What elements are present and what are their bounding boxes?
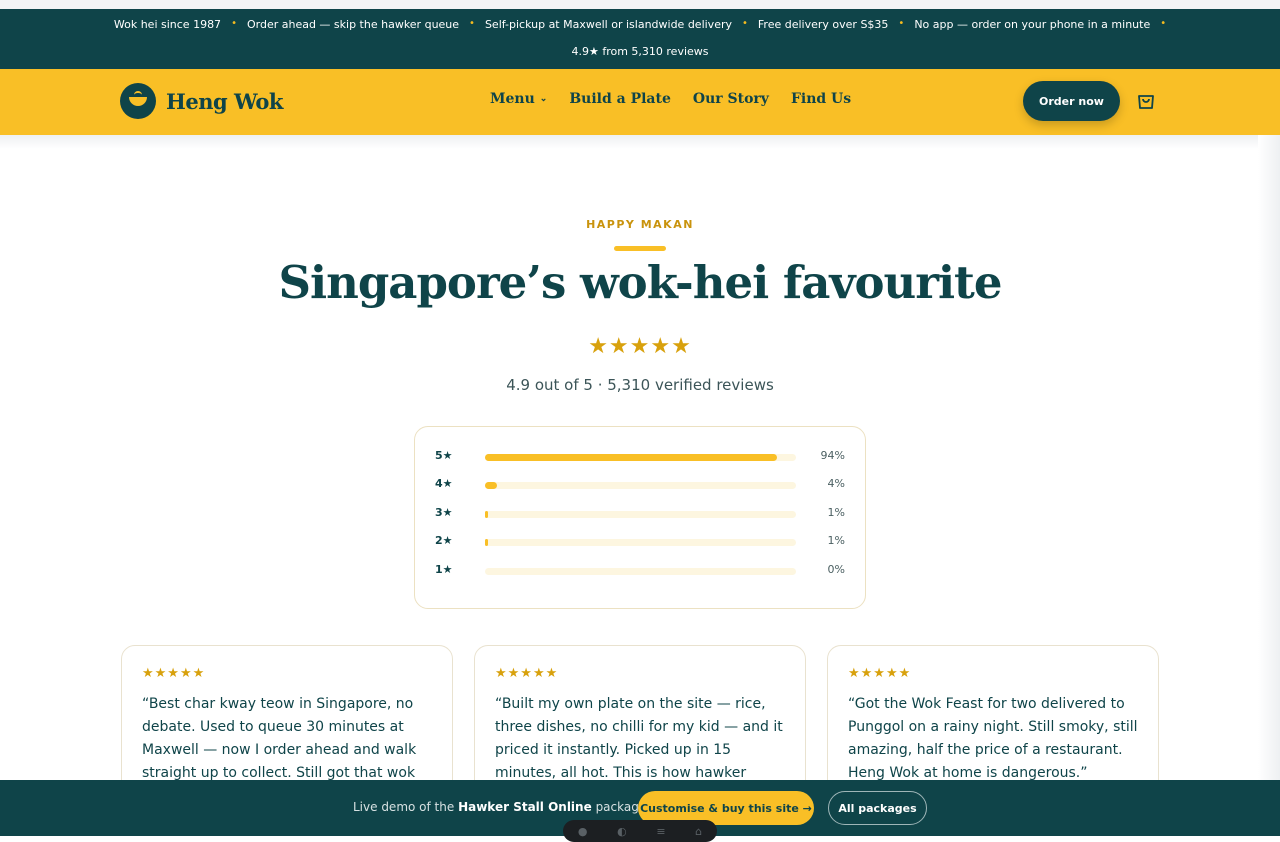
- distribution-row: 4★ 4%: [435, 475, 845, 495]
- chevron-down-icon: ⌄: [539, 94, 548, 104]
- distribution-percent: 1%: [827, 506, 845, 519]
- nav-item-label: Menu: [490, 91, 535, 107]
- demo-bar: Live demo of the Hawker Stall Online pac…: [0, 780, 1280, 842]
- announce-separator: •: [898, 18, 905, 29]
- header-shadow: [0, 135, 1280, 149]
- brand-logo-link[interactable]: Heng Wok: [120, 83, 283, 119]
- distribution-fill: [485, 539, 489, 546]
- floating-dock: ● ◐ ≡ ⌂: [563, 820, 717, 842]
- distribution-track: [485, 511, 796, 518]
- distribution-track: [485, 454, 796, 461]
- eyebrow-underline: [614, 246, 666, 251]
- distribution-label: 2★: [435, 534, 453, 547]
- announce-item: No app — order on your phone in a minute: [914, 18, 1151, 31]
- distribution-percent: 4%: [827, 477, 845, 490]
- announce-item: Wok hei since 1987: [113, 18, 222, 31]
- nav-item-menu[interactable]: Menu ⌄: [490, 91, 547, 107]
- nav-item-find-us[interactable]: Find Us: [791, 91, 851, 107]
- distribution-label: 1★: [435, 563, 453, 576]
- distribution-percent: 0%: [827, 563, 845, 576]
- distribution-track: [485, 568, 796, 575]
- all-packages-button[interactable]: All packages: [828, 791, 927, 825]
- announce-separator: •: [742, 18, 748, 29]
- demo-package-name: Hawker Stall Online: [458, 800, 592, 814]
- browser-top-strip: [0, 0, 1280, 9]
- demo-text: Live demo of the Hawker Stall Online pac…: [353, 800, 650, 814]
- review-stars: ★★★★★: [142, 666, 206, 681]
- announce-separator: •: [1160, 18, 1167, 29]
- announcement-bar: Wok hei since 1987 • Order ahead — skip …: [0, 9, 1280, 69]
- order-now-button[interactable]: Order now: [1023, 81, 1120, 121]
- distribution-row: 2★ 1%: [435, 532, 845, 552]
- distribution-fill: [485, 511, 489, 518]
- distribution-label: 3★: [435, 506, 453, 519]
- rating-summary: 4.9 out of 5 · 5,310 verified reviews: [506, 376, 774, 394]
- announce-item: Order ahead — skip the hawker queue: [246, 18, 460, 31]
- scroll-edge-shade: [1258, 135, 1280, 785]
- distribution-row: 1★ 0%: [435, 561, 845, 581]
- distribution-percent: 1%: [827, 534, 845, 547]
- review-stars: ★★★★★: [495, 666, 559, 681]
- nav-item-our-story[interactable]: Our Story: [693, 91, 769, 107]
- announce-item: Free delivery over S$35: [757, 18, 889, 31]
- site-header: Heng Wok Menu ⌄ Build a Plate Our Story F…: [0, 69, 1280, 135]
- section-title: Singapore’s wok-hei favourite: [278, 256, 1003, 309]
- distribution-percent: 94%: [820, 449, 845, 462]
- brand-name: Heng Wok: [166, 88, 283, 114]
- nav-item-build-a-plate[interactable]: Build a Plate: [569, 91, 671, 107]
- distribution-track: [485, 539, 796, 546]
- distribution-fill: [485, 454, 778, 461]
- distribution-label: 4★: [435, 477, 453, 490]
- distribution-row: 5★ 94%: [435, 447, 845, 467]
- distribution-track: [485, 482, 796, 489]
- rating-distribution: 5★ 94% 4★ 4% 3★ 1% 2★ 1% 1★ 0%: [414, 426, 866, 609]
- bowl-icon: [120, 83, 156, 119]
- announce-item: Self-pickup at Maxwell or islandwide del…: [484, 18, 732, 31]
- distribution-row: 3★ 1%: [435, 504, 845, 524]
- review-stars: ★★★★★: [848, 666, 912, 681]
- review-quote: “Best char kway teow in Singapore, no de…: [142, 696, 417, 781]
- review-quote: “Got the Wok Feast for two delivered to …: [848, 696, 1138, 781]
- distribution-fill: [485, 482, 498, 489]
- review-quote: “Built my own plate on the site — rice, …: [495, 696, 783, 781]
- announce-separator: •: [469, 18, 475, 29]
- announce-rating: 4.9★ from 5,310 reviews: [571, 45, 709, 58]
- demo-text-prefix: Live demo of the: [353, 800, 455, 814]
- rating-stars: ★★★★★: [588, 334, 692, 359]
- announce-separator: •: [231, 18, 237, 29]
- distribution-label: 5★: [435, 449, 453, 462]
- shopping-bag-icon[interactable]: [1136, 91, 1156, 111]
- main-menu: Menu ⌄ Build a Plate Our Story Find Us: [490, 91, 851, 107]
- section-eyebrow: HAPPY MAKAN: [586, 218, 694, 231]
